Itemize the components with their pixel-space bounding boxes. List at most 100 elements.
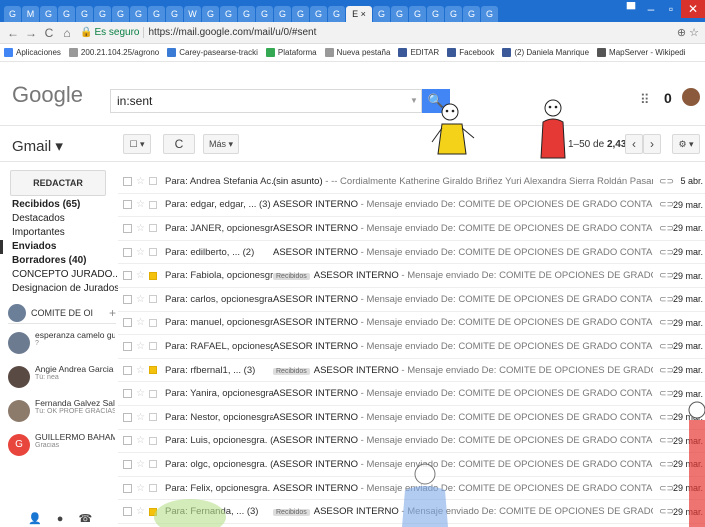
row-checkbox[interactable] (123, 507, 132, 517)
select-checkbox-button[interactable]: ☐ ▾ (123, 134, 151, 154)
sidebar-item[interactable]: Borradores (40) (0, 254, 118, 268)
row-checkbox[interactable] (123, 389, 132, 399)
browser-tab[interactable]: G (202, 6, 219, 22)
apps-grid-icon[interactable]: ⠿ (640, 92, 650, 108)
browser-tab[interactable]: G (166, 6, 183, 22)
browser-tab[interactable]: G (409, 6, 426, 22)
bookmark-item[interactable]: Facebook (447, 48, 494, 57)
star-icon[interactable]: ☆ (136, 483, 146, 494)
browser-tab[interactable]: G (220, 6, 237, 22)
new-hangout-plus-icon[interactable]: + (109, 306, 116, 320)
mail-row[interactable]: ☆ Para: edilberto, ... (2) ASESOR INTERNO … (118, 241, 705, 265)
importance-marker-icon[interactable] (149, 342, 157, 351)
browser-tab[interactable]: E × (346, 6, 372, 22)
row-checkbox[interactable] (123, 483, 132, 493)
row-checkbox[interactable] (123, 436, 132, 446)
mail-row[interactable]: ☆ Para: edgar, edgar, ... (3) ASESOR INTER… (118, 194, 705, 218)
mail-row[interactable]: ☆ Para: Fabiola, opcionesgra. (3)Recibido… (118, 264, 705, 288)
search-input[interactable]: in:sent (110, 89, 422, 113)
row-checkbox[interactable] (123, 341, 132, 351)
back-button[interactable]: ← (6, 26, 20, 40)
row-checkbox[interactable] (123, 318, 132, 328)
hangouts-contact[interactable]: G GUILLERMO BAHAM Gracias (8, 432, 116, 462)
url-field[interactable]: https://mail.google.com/mail/u/0/#sent (143, 27, 316, 38)
settings-button[interactable]: ⚙ ▾ (672, 134, 700, 154)
hangouts-contact[interactable]: esperanza camelo gu? (8, 330, 116, 360)
bookmark-item[interactable]: MapServer - Wikipedi (597, 48, 686, 57)
label-badge[interactable]: Recibidos (273, 367, 310, 375)
mail-row[interactable]: ☆ Para: olgc, opcionesgra. (2) ASESOR INTE… (118, 453, 705, 477)
star-icon[interactable]: ☆ (136, 365, 146, 376)
row-checkbox[interactable] (123, 247, 132, 257)
importance-marker-icon[interactable] (149, 295, 157, 304)
browser-tab[interactable]: G (463, 6, 480, 22)
browser-tab[interactable]: G (76, 6, 93, 22)
browser-tab[interactable]: G (328, 6, 345, 22)
star-icon[interactable]: ☆ (136, 435, 146, 446)
bookmark-star-icon[interactable]: ⊕ ☆ (677, 26, 699, 39)
browser-tab[interactable]: G (130, 6, 147, 22)
browser-tab[interactable]: W (184, 6, 201, 22)
mail-row[interactable]: ☆ Para: Yanira, opcionesgra. (2)ASESOR IN… (118, 382, 705, 406)
row-checkbox[interactable] (123, 223, 132, 233)
compose-button[interactable]: REDACTAR (10, 170, 106, 196)
importance-marker-icon[interactable] (149, 460, 157, 469)
account-avatar[interactable] (682, 88, 700, 106)
search-options-caret-icon[interactable]: ▼ (410, 96, 418, 105)
browser-tab[interactable]: G (292, 6, 309, 22)
window-extra-button[interactable]: ▀ (621, 0, 641, 18)
home-button[interactable]: ⌂ (60, 26, 74, 40)
mail-row[interactable]: ☆ Para: JANER, opcionesgra. (5)ASESOR INT… (118, 217, 705, 241)
star-icon[interactable]: ☆ (136, 223, 146, 234)
secure-label[interactable]: Es seguro (94, 27, 139, 38)
importance-marker-icon[interactable] (149, 507, 157, 516)
bookmark-item[interactable]: 200.21.104.25/agrono (68, 48, 159, 57)
row-checkbox[interactable] (123, 365, 132, 375)
row-checkbox[interactable] (123, 412, 132, 422)
row-checkbox[interactable] (123, 271, 132, 281)
browser-tab[interactable]: M (22, 6, 39, 22)
star-icon[interactable]: ☆ (136, 176, 146, 187)
row-checkbox[interactable] (123, 294, 132, 304)
hangouts-contact[interactable]: Angie Andrea Garcia Tú: nea (8, 364, 116, 394)
mail-row[interactable]: ☆ Para: Andrea Stefania Ac. (sin asunto) -… (118, 170, 705, 194)
bookmark-item[interactable]: Carey-pasearse-tracki (167, 48, 258, 57)
bookmark-item[interactable]: Nueva pestaña (324, 48, 390, 57)
importance-marker-icon[interactable] (149, 484, 157, 493)
sidebar-item[interactable]: Enviados (0, 240, 118, 254)
mail-row[interactable]: ☆ Para: Felix, opcionesgra. (2) ASESOR INT… (118, 477, 705, 501)
sidebar-item[interactable]: Destacados (0, 212, 118, 226)
close-window-button[interactable]: ✕ (681, 0, 705, 18)
importance-marker-icon[interactable] (149, 248, 157, 257)
minimize-button[interactable]: – (641, 0, 661, 18)
maximize-button[interactable]: ▫ (661, 0, 681, 18)
row-checkbox[interactable] (123, 459, 132, 469)
browser-tab[interactable]: G (112, 6, 129, 22)
browser-tab[interactable]: G (445, 6, 462, 22)
mail-row[interactable]: ☆ Para: Fernanda, ... (3) Recibidos ASESOR … (118, 500, 705, 524)
bookmark-item[interactable]: Aplicaciones (4, 48, 61, 57)
row-checkbox[interactable] (123, 176, 132, 186)
mail-row[interactable]: ☆ Para: RAFAEL, opcionesgra. (2)ASESOR IN… (118, 335, 705, 359)
bookmark-item[interactable]: (2) Daniela Manrique (502, 48, 589, 57)
star-icon[interactable]: ☆ (136, 388, 146, 399)
importance-marker-icon[interactable] (149, 271, 157, 280)
mail-row[interactable]: ☆ Para: rfbernal1, ... (3) Recibidos ASESOR… (118, 359, 705, 383)
browser-tab[interactable]: G (427, 6, 444, 22)
importance-marker-icon[interactable] (149, 318, 157, 327)
importance-marker-icon[interactable] (149, 413, 157, 422)
mail-row[interactable]: ☆ Para: Nestor, opcionesgra. (2)ASESOR IN… (118, 406, 705, 430)
refresh-button[interactable]: C (163, 134, 195, 154)
row-checkbox[interactable] (123, 200, 132, 210)
bookmark-item[interactable]: Plataforma (265, 48, 317, 57)
star-icon[interactable]: ☆ (136, 506, 146, 517)
browser-tab[interactable]: G (391, 6, 408, 22)
importance-marker-icon[interactable] (149, 177, 157, 186)
browser-tab[interactable]: G (238, 6, 255, 22)
browser-tab[interactable]: G (481, 6, 498, 22)
sidebar-item[interactable]: CONCEPTO JURADO... (0, 268, 118, 282)
sidebar-item[interactable]: Importantes (0, 226, 118, 240)
browser-tab[interactable]: G (310, 6, 327, 22)
notifications-icon[interactable]: 0 (664, 90, 676, 106)
search-button[interactable]: 🔍 (422, 89, 450, 113)
